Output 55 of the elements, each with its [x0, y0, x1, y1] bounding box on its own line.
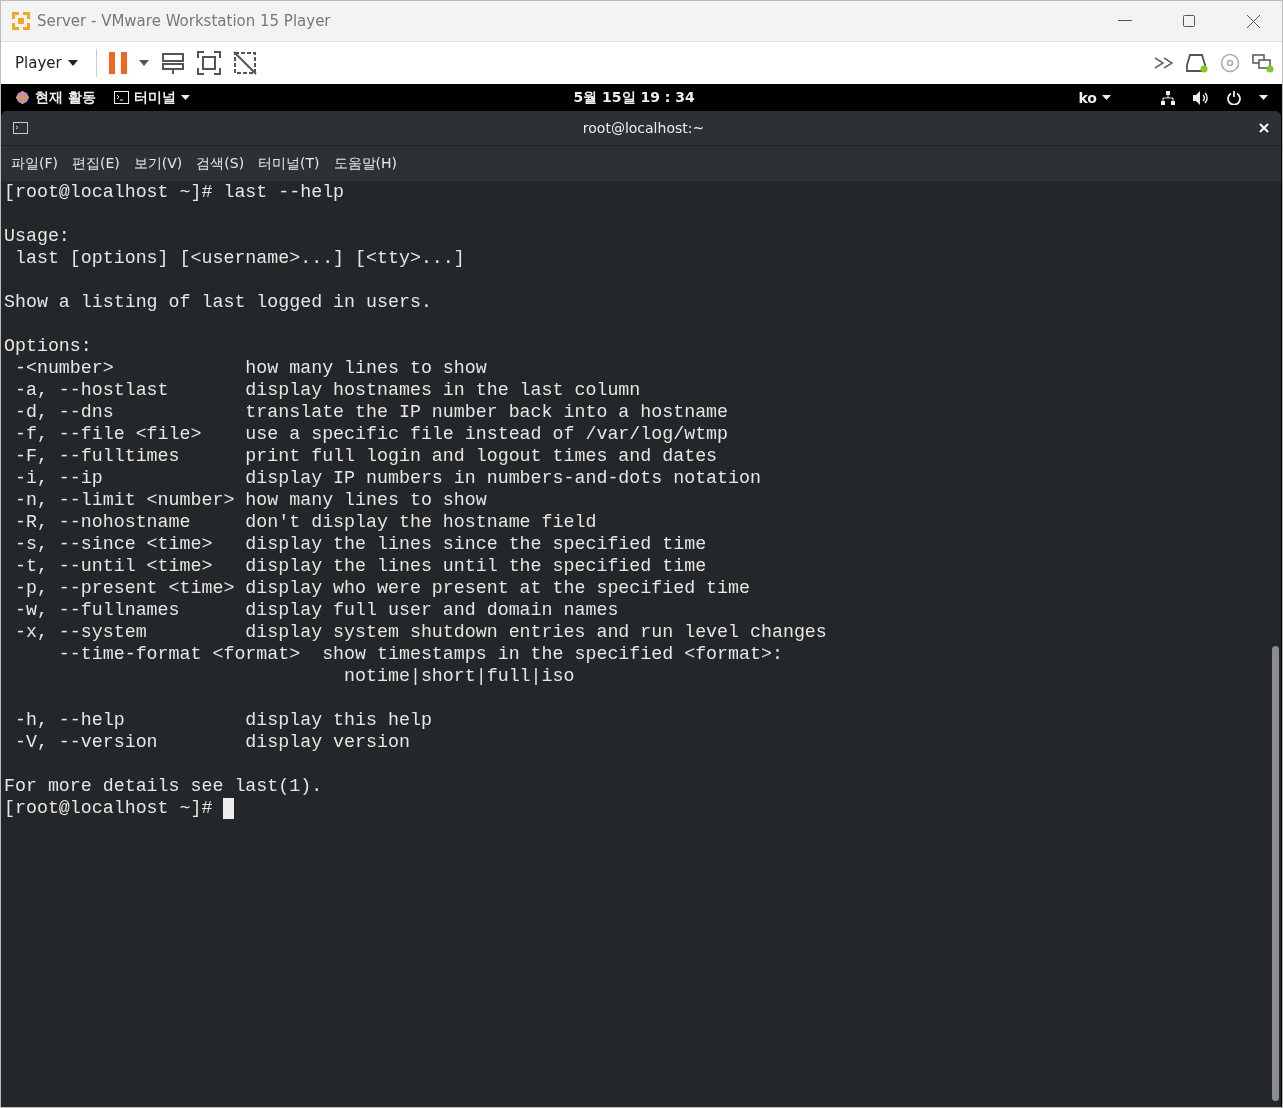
terminal-icon[interactable]: [113, 91, 129, 104]
power-icon[interactable]: [1227, 90, 1241, 105]
terminal-line: -a, --hostlast display hostnames in the last column: [13, 379, 642, 401]
terminal-line: -n, --limit <number> how many lines to show: [13, 489, 488, 511]
terminal-prompt: [root@localhost ~]#: [4, 797, 214, 819]
caret-icon[interactable]: [138, 60, 149, 66]
terminal-line: -F, --fulltimes print full login and logout times and dates: [13, 445, 719, 467]
fullscreen-icon[interactable]: [196, 51, 221, 75]
text-cursor: [223, 797, 235, 819]
terminal-line: -w, --fullnames display full user and domain names: [13, 599, 620, 621]
window-title: Server - VMware Workstation 15 Player: [37, 12, 332, 30]
terminal-line: -s, --since <time> display the lines since the specified time: [13, 533, 708, 555]
terminal-line: --time-format <format> show timestamps in the specified <format>:: [57, 643, 784, 665]
menu-item[interactable]: 도움말(H): [327, 150, 404, 177]
terminal-line: -d, --dns translate the IP number back into a hostname: [13, 401, 730, 423]
terminal-line: -x, --system display system shutdown entries and run level changes: [13, 621, 828, 643]
language-menu[interactable]: ko: [1078, 89, 1111, 106]
terminal-line: Options:: [4, 335, 93, 357]
network-icon[interactable]: [1161, 90, 1175, 105]
player-menu-button[interactable]: Player: [9, 52, 84, 74]
close-icon[interactable]: [1246, 14, 1260, 28]
terminal-line: -V, --version display version: [13, 731, 411, 753]
terminal-line: -<number> how many lines to show: [13, 357, 488, 379]
terminal-line: Show a listing of last logged in users.: [4, 291, 433, 313]
clock[interactable]: 5월 15일 19 : 34: [207, 88, 1061, 107]
pause-icon[interactable]: [108, 52, 127, 74]
menu-item[interactable]: 보기(V): [127, 150, 189, 177]
menu-item[interactable]: 터미널(T): [252, 150, 326, 177]
terminal-line: notime|short|full|iso: [343, 665, 576, 687]
terminal-line: -i, --ip display IP numbers in numbers-and-dots notation: [13, 467, 762, 489]
caret-icon[interactable]: [1102, 95, 1111, 100]
minimize-icon[interactable]: [1118, 20, 1132, 22]
terminal-icon: [13, 122, 28, 134]
caret-icon[interactable]: [180, 95, 190, 100]
terminal-line: [root@localhost ~]# last --help: [4, 181, 346, 203]
menu-item[interactable]: 파일(F): [5, 150, 64, 177]
menu-item[interactable]: 검색(S): [190, 150, 251, 177]
volume-icon[interactable]: [1193, 90, 1209, 105]
terminal-app-menu[interactable]: 터미널: [113, 88, 190, 107]
terminal-line: -t, --until <time> display the lines until the specified time: [13, 555, 708, 577]
caret-icon[interactable]: [67, 60, 78, 66]
terminal-title: root@localhost:~: [581, 120, 706, 136]
terminal-line: -f, --file <file> use a specific file instead of /var/log/wtmp: [13, 423, 730, 445]
maximize-icon[interactable]: [1183, 15, 1195, 27]
activities-button[interactable]: 현재 활동: [15, 88, 96, 107]
terminal-line: For more details see last(1).: [4, 775, 324, 797]
caret-icon[interactable]: [1259, 95, 1268, 100]
terminal-line: Usage:: [4, 225, 71, 247]
scrollbar-thumb[interactable]: [1272, 646, 1279, 1101]
terminal-line: last [options] [<username>...] [<tty>...]: [13, 247, 466, 269]
menu-item[interactable]: 편집(E): [66, 150, 126, 177]
terminal-line: -R, --nohostname don't display the hostname field: [13, 511, 598, 533]
terminal-line: -h, --help display this help: [13, 709, 433, 731]
chevron-double-icon[interactable]: [1154, 57, 1174, 69]
terminal-line: -p, --present <time> display who were present at the specified time: [13, 577, 751, 599]
